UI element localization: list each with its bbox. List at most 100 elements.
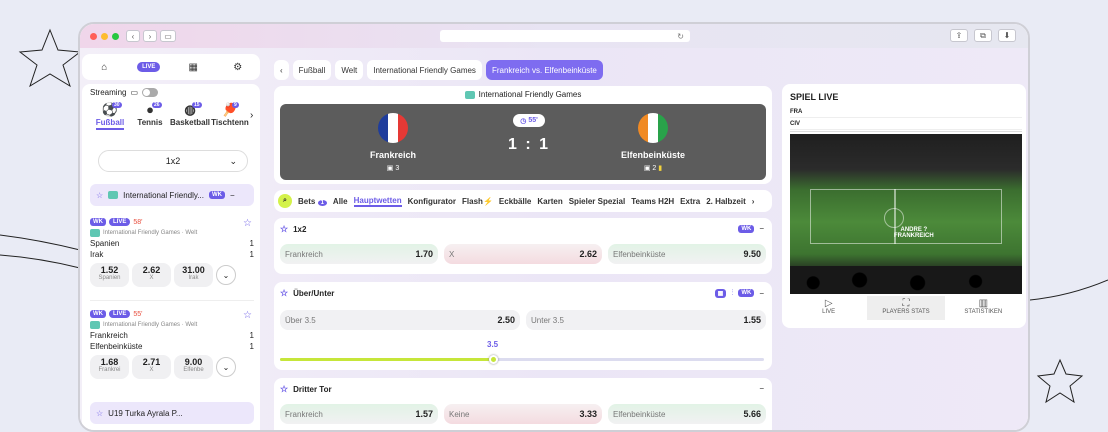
breadcrumb-item[interactable]: Fußball	[292, 60, 332, 80]
tabs-icon[interactable]: ⧉	[974, 29, 992, 42]
maximize-dot[interactable]	[112, 32, 119, 40]
tab-2-halbzeit[interactable]: 2. Halbzeit	[706, 197, 746, 206]
odds-label: Frankrei	[98, 367, 121, 373]
wk-badge: WK	[738, 224, 755, 233]
star-icon[interactable]: ☆	[96, 191, 103, 200]
match-item[interactable]: WK LIVE 58' ☆ International Friendly Gam…	[90, 218, 254, 287]
line-slider[interactable]	[280, 355, 764, 364]
settings-icon[interactable]: ⚙	[228, 60, 248, 74]
odds-value: 1.52	[100, 265, 119, 275]
sport-label: Fußball	[95, 118, 125, 127]
group-title: U19 Turka Ayrala P...	[108, 408, 183, 418]
group-header[interactable]: ☆ International Friendly... WK −	[90, 184, 254, 206]
odds-button[interactable]: Frankreich 1.57	[280, 404, 438, 424]
breadcrumb-item[interactable]: Welt	[335, 60, 364, 80]
tab-karten[interactable]: Karten	[537, 197, 562, 206]
back-icon[interactable]: ‹	[126, 30, 140, 42]
star-icon[interactable]: ☆	[243, 310, 252, 321]
odds-value: 2.62	[142, 265, 161, 275]
star-icon[interactable]: ☆	[280, 384, 288, 395]
odds-button[interactable]: 2.71 X	[132, 355, 171, 379]
sport-basketball[interactable]: ◍ 15 Basketball	[170, 102, 210, 130]
home-icon[interactable]: ⌂	[94, 60, 114, 74]
close-dot[interactable]	[90, 32, 97, 40]
monitor-icon: ▭	[130, 88, 139, 97]
home-team: Spanien	[90, 239, 120, 248]
score-panel: Frankreich ▣ 3 ◷ 55' 1 : 1 Elfenbeinküst…	[280, 104, 766, 180]
market-select[interactable]: 1x2 ⌄	[98, 150, 248, 172]
odds-button[interactable]: Elfenbeinküste 5.66	[608, 404, 766, 424]
match-minute: 58'	[133, 218, 143, 226]
tab-alle[interactable]: Alle	[333, 197, 348, 206]
chevron-right-icon[interactable]: ›	[250, 110, 253, 130]
live-badge: LIVE	[109, 218, 131, 226]
grid-view-icon[interactable]: ▦	[714, 288, 727, 298]
breadcrumb-back[interactable]: ‹	[274, 60, 289, 80]
sidebar-icon[interactable]: ▭	[160, 30, 176, 42]
odds-button[interactable]: 2.62 X	[132, 263, 171, 287]
home-score: 1	[249, 239, 254, 248]
odds-button[interactable]: 31.00 Irak	[174, 263, 213, 287]
address-bar[interactable]: ↻	[440, 30, 690, 42]
tab-hauptwetten[interactable]: Hauptwetten	[353, 196, 402, 207]
streaming-toggle[interactable]	[142, 88, 159, 97]
odds-button[interactable]: 1.68 Frankrei	[90, 355, 129, 379]
search-icon[interactable]: ⌕	[278, 194, 292, 208]
calendar-icon[interactable]: ▦	[183, 60, 203, 74]
odds-button[interactable]: X 2.62	[444, 244, 602, 264]
live-video[interactable]: ANDRE ? FRANKREICH	[790, 134, 1022, 294]
live-nav[interactable]: LIVE	[137, 60, 161, 74]
breadcrumb-current[interactable]: Frankreich vs. Elfenbeinküste	[485, 60, 603, 80]
away-team: Irak	[90, 250, 104, 259]
chevron-right-icon[interactable]: ›	[752, 197, 755, 206]
group-title: International Friendly...	[123, 190, 204, 200]
collapse-icon[interactable]: −	[230, 191, 235, 200]
collapse-icon[interactable]: −	[759, 224, 764, 233]
sport-soccer[interactable]: ⚽ 30 Fußball	[90, 102, 130, 130]
chevron-down-icon[interactable]: ⌄	[216, 265, 236, 285]
home-team: Frankreich	[90, 331, 128, 340]
collapse-icon[interactable]: −	[759, 289, 764, 298]
tab-eckballe[interactable]: Eckbälle	[499, 197, 531, 206]
tab-spieler-spezial[interactable]: Spieler Spezial	[569, 197, 625, 206]
sports-nav: ⚽ 30 Fußball ● 26 Tennis ◍ 15 Basketball 🏓 9…	[90, 102, 255, 130]
tab-live[interactable]: ▷ LIVE	[790, 296, 867, 320]
odds-button[interactable]: Elfenbeinküste 9.50	[608, 244, 766, 264]
odds-button[interactable]: Keine 3.33	[444, 404, 602, 424]
tab-players-stats[interactable]: ⛶ PLAYERS STATS	[867, 296, 945, 320]
tab-teams-h2h[interactable]: Teams H2H	[631, 197, 674, 206]
tab-flash[interactable]: Flash⚡	[462, 197, 493, 206]
slider-thumb[interactable]	[489, 355, 498, 364]
star-icon[interactable]: ☆	[280, 288, 288, 299]
tennis-icon: ●	[146, 102, 154, 117]
chevron-down-icon[interactable]: ⌄	[216, 357, 236, 377]
sport-tennis[interactable]: ● 26 Tennis	[130, 102, 170, 130]
odds-button[interactable]: Über 3.5 2.50	[280, 310, 520, 330]
reload-icon[interactable]: ↻	[677, 32, 684, 41]
tab-konfigurator[interactable]: Konfigurator	[408, 197, 456, 206]
slider-fill	[280, 358, 493, 361]
star-icon[interactable]: ☆	[243, 218, 252, 229]
star-icon[interactable]: ☆	[280, 224, 288, 235]
odds-button[interactable]: Unter 3.5 1.55	[526, 310, 766, 330]
minimize-dot[interactable]	[101, 32, 108, 40]
tab-extra[interactable]: Extra	[680, 197, 700, 206]
share-icon[interactable]: ⇪	[950, 29, 968, 42]
download-icon[interactable]: ⬇	[998, 29, 1016, 42]
odds-value: 1.68	[100, 357, 119, 367]
collapse-icon[interactable]: −	[759, 384, 764, 393]
breadcrumb-item[interactable]: International Friendly Games	[367, 60, 482, 80]
tab-statistiken[interactable]: ▥ STATISTIKEN	[945, 296, 1022, 320]
sport-label: Tischtenn	[211, 118, 249, 127]
tab-bets[interactable]: Bets 1	[298, 197, 327, 206]
star-icon[interactable]: ☆	[96, 409, 103, 418]
odds-label: Irak	[188, 275, 199, 281]
match-item[interactable]: WK LIVE 55' ☆ International Friendly Gam…	[90, 310, 254, 379]
group-header-next[interactable]: ☆ U19 Turka Ayrala P...	[90, 402, 254, 424]
sport-table-tennis[interactable]: 🏓 9 Tischtenn	[210, 102, 250, 130]
forward-icon[interactable]: ›	[143, 30, 157, 42]
list-view-icon[interactable]: ⫶	[731, 288, 733, 298]
odds-button[interactable]: 9.00 Elfenbe	[174, 355, 213, 379]
odds-button[interactable]: 1.52 Spanien	[90, 263, 129, 287]
odds-button[interactable]: Frankreich 1.70	[280, 244, 438, 264]
